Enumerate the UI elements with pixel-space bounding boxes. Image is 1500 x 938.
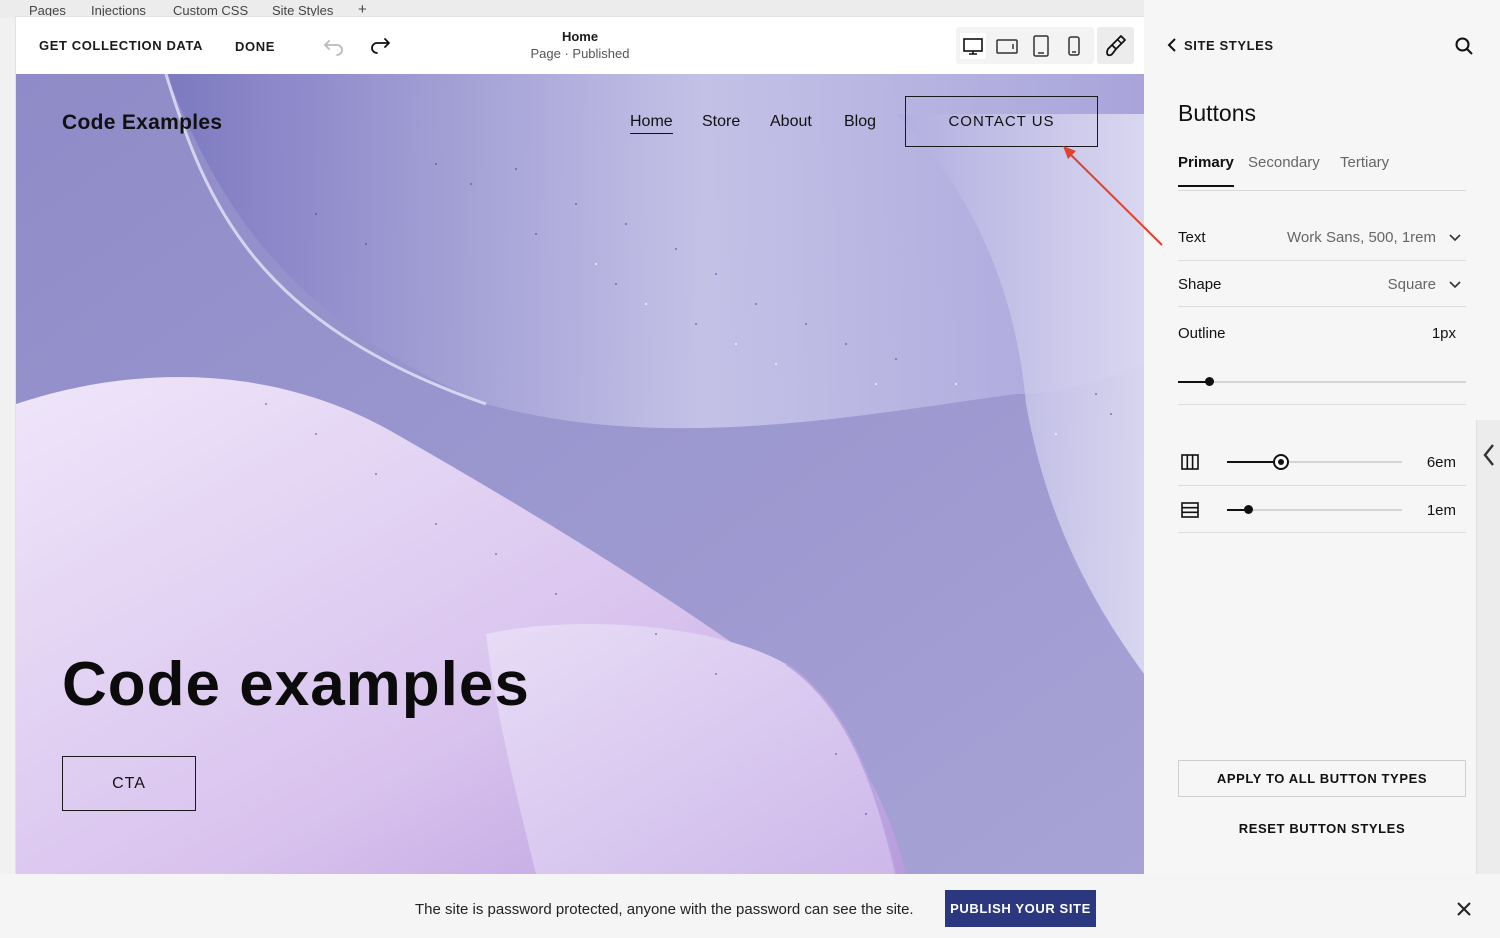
columns-icon (1181, 454, 1199, 470)
chevron-down-icon (1449, 234, 1461, 242)
get-collection-data-button[interactable]: GET COLLECTION DATA (39, 38, 203, 53)
nav-blog[interactable]: Blog (844, 113, 876, 131)
nav-store[interactable]: Store (702, 113, 740, 131)
outline-row: Outline 1px (1178, 307, 1466, 405)
tab-injections[interactable]: Injections (91, 3, 146, 18)
height-slider-track[interactable] (1227, 509, 1402, 511)
outline-slider-track[interactable] (1178, 381, 1466, 383)
chevron-left-icon (1483, 444, 1494, 466)
search-icon[interactable] (1454, 36, 1474, 56)
reset-button-styles[interactable]: RESET BUTTON STYLES (1178, 818, 1466, 838)
outline-value: 1px (1431, 325, 1456, 342)
add-tab-button[interactable]: + (358, 1, 367, 18)
hero-background-image (16, 74, 1144, 874)
tablet-landscape-icon[interactable] (994, 33, 1020, 59)
back-label: SITE STYLES (1184, 37, 1274, 53)
contact-us-button[interactable]: CONTACT US (905, 96, 1098, 147)
site-title[interactable]: Code Examples (62, 111, 222, 135)
shape-row[interactable]: Shape Square (1178, 261, 1466, 307)
publish-site-button[interactable]: PUBLISH YOUR SITE (945, 890, 1096, 927)
close-icon[interactable] (1455, 900, 1473, 918)
text-style-row[interactable]: Text Work Sans, 500, 1rem (1178, 213, 1466, 261)
tablet-portrait-icon[interactable] (1028, 33, 1054, 59)
outline-label: Outline (1178, 325, 1226, 342)
tab-primary[interactable]: Primary (1178, 154, 1234, 187)
page-status: Page · Published (530, 46, 630, 61)
cta-button[interactable]: CTA (62, 756, 196, 811)
tab-pages[interactable]: Pages (29, 3, 66, 18)
panel-collapse-tab[interactable] (1476, 420, 1500, 874)
outline-slider-handle[interactable] (1205, 377, 1215, 386)
height-value: 1em (1426, 502, 1456, 519)
back-to-site-styles-button[interactable]: SITE STYLES (1166, 37, 1274, 53)
redo-icon[interactable] (367, 32, 393, 58)
banner-message: The site is password protected, anyone w… (415, 901, 914, 918)
done-button[interactable]: DONE (235, 39, 275, 54)
undo-icon[interactable] (321, 32, 347, 58)
button-type-tabs: Primary Secondary Tertiary (1178, 154, 1466, 191)
width-padding-row: 6em (1178, 439, 1466, 486)
width-value: 6em (1426, 454, 1456, 471)
nav-about[interactable]: About (770, 113, 812, 131)
panel-title: Buttons (1178, 100, 1256, 126)
mobile-view-icon[interactable] (1061, 33, 1087, 59)
site-styles-panel: SITE STYLES Buttons Primary Secondary Te… (1144, 0, 1500, 874)
chevron-left-icon (1167, 38, 1176, 52)
shape-value: Square (1387, 276, 1436, 293)
text-label: Text (1178, 229, 1206, 246)
editor-frame: GET COLLECTION DATA DONE Home Page · Pub… (16, 17, 1144, 874)
site-styles-button[interactable] (1097, 27, 1134, 64)
apply-to-all-button[interactable]: APPLY TO ALL BUTTON TYPES (1178, 760, 1466, 797)
width-slider-handle[interactable] (1273, 454, 1290, 470)
device-preview-group (956, 27, 1094, 64)
tab-tertiary[interactable]: Tertiary (1340, 154, 1389, 185)
hero-heading[interactable]: Code examples (62, 649, 530, 720)
password-banner: The site is password protected, anyone w… (0, 874, 1500, 938)
editor-toolbar: GET COLLECTION DATA DONE Home Page · Pub… (16, 17, 1144, 74)
chevron-down-icon (1449, 281, 1461, 289)
height-padding-row: 1em (1178, 486, 1466, 533)
rows-icon (1181, 502, 1199, 518)
tab-secondary[interactable]: Secondary (1248, 154, 1320, 185)
nav-home[interactable]: Home (630, 113, 673, 134)
page-info: Home Page · Published (480, 29, 680, 61)
text-value: Work Sans, 500, 1rem (1287, 229, 1436, 246)
desktop-view-icon[interactable] (960, 33, 986, 59)
page-name: Home (561, 29, 599, 44)
tab-site-styles[interactable]: Site Styles (272, 3, 333, 18)
tab-custom-css[interactable]: Custom CSS (173, 3, 248, 18)
height-slider-handle[interactable] (1243, 505, 1253, 514)
page-canvas[interactable]: Code Examples Home Store About Blog CONT… (16, 74, 1144, 874)
shape-label: Shape (1178, 276, 1222, 293)
paintbrush-icon (1106, 35, 1126, 57)
